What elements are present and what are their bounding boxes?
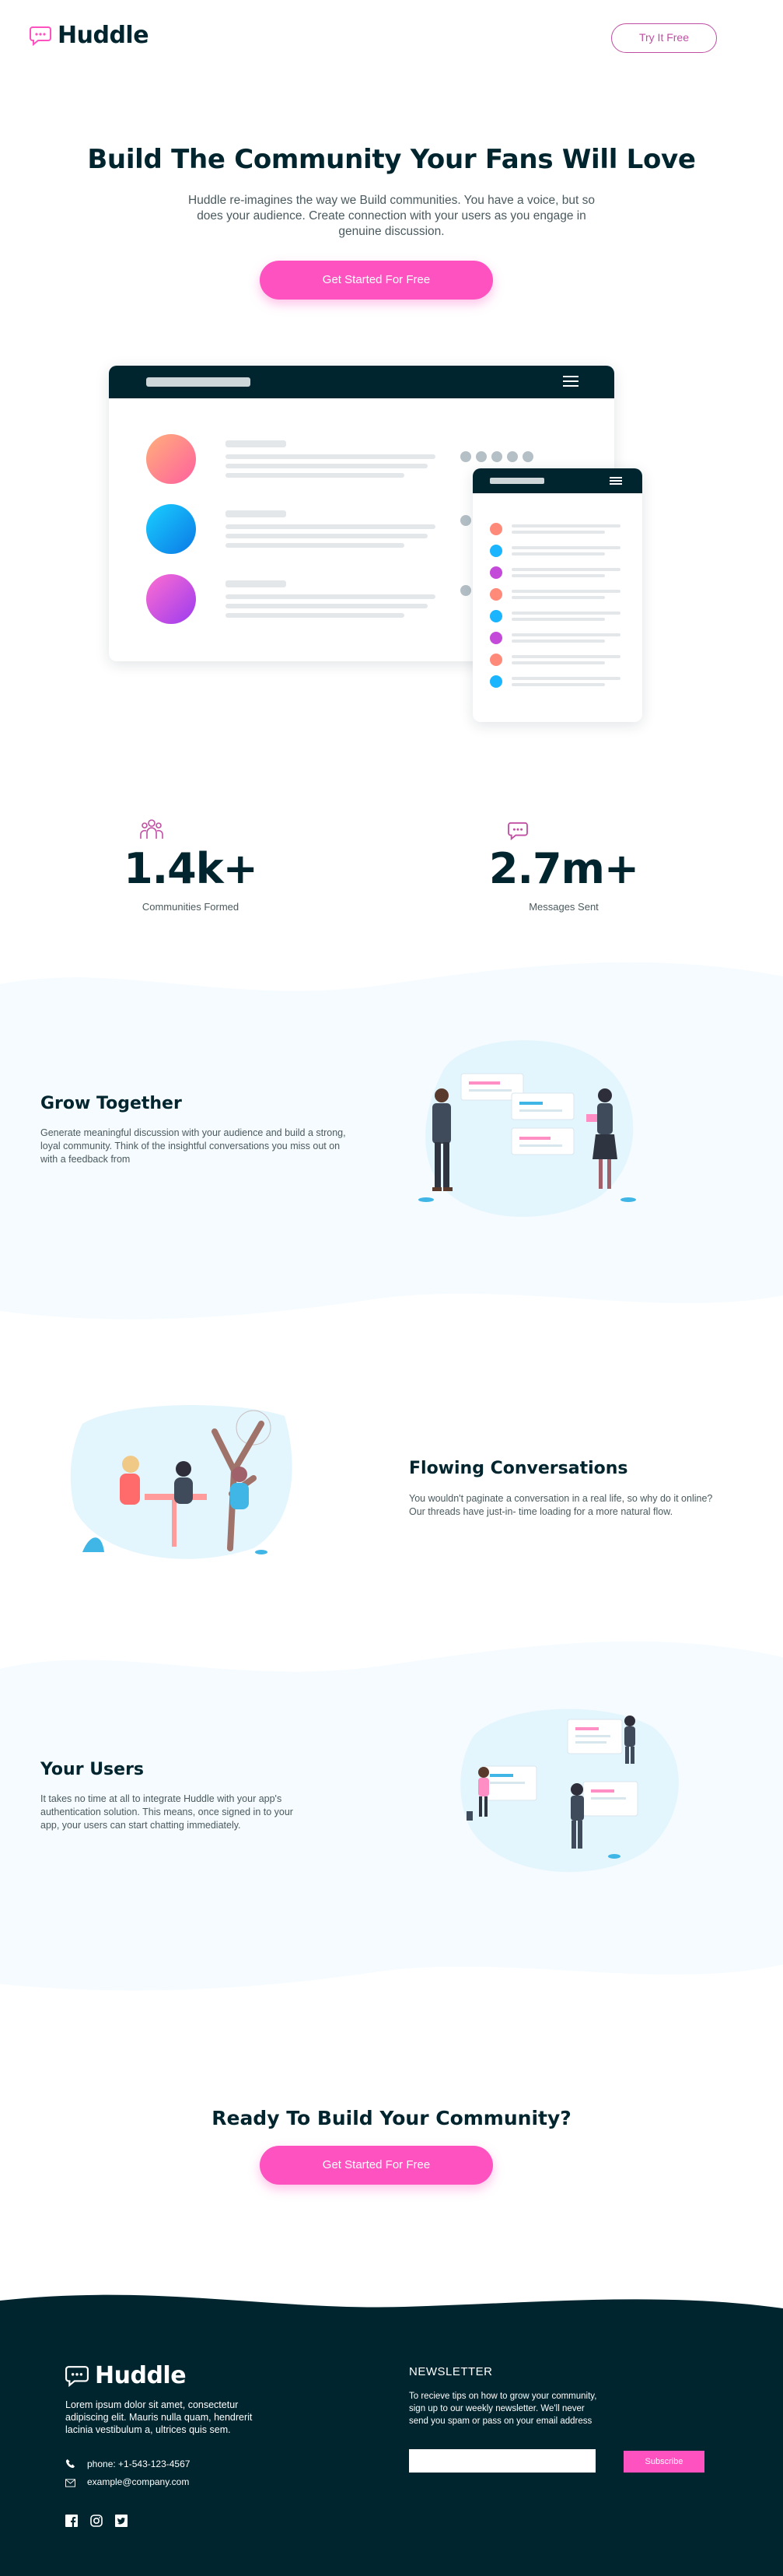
feature-text: It takes no time at all to integrate Hud… xyxy=(40,1793,293,1831)
footer-phone: phone: +1-543-123-4567 xyxy=(87,2459,191,2469)
feature-text: You wouldn't paginate a conversation in … xyxy=(409,1493,713,1517)
feature-title: Flowing Conversations xyxy=(409,1459,628,1478)
try-it-free-button[interactable]: Try It Free xyxy=(611,23,717,53)
brand-name: Huddle xyxy=(58,22,149,49)
hamburger-icon xyxy=(610,477,622,485)
subscribe-button[interactable]: Subscribe xyxy=(624,2451,704,2473)
newsletter-email-input[interactable] xyxy=(409,2449,596,2473)
avatar xyxy=(146,504,196,554)
stat-communities-value: 1.4k+ xyxy=(124,844,258,893)
footer-brand-name: Huddle xyxy=(95,2362,187,2389)
email-icon xyxy=(65,2477,75,2491)
newsletter-text: To recieve tips on how to grow your comm… xyxy=(409,2392,597,2426)
stat-messages-label: Messages Sent xyxy=(529,901,599,913)
twitter-icon[interactable] xyxy=(115,2515,128,2527)
messages-icon xyxy=(507,822,529,844)
grow-together-illustration xyxy=(418,1040,636,1217)
hero-text: Huddle re-imagines the way we Build comm… xyxy=(188,194,595,238)
app-mockup-illustration xyxy=(109,366,644,724)
hero-title: Build The Community Your Fans Will Love xyxy=(87,144,696,175)
feature-title: Grow Together xyxy=(40,1094,182,1113)
feature-text: Generate meaningful discussion with your… xyxy=(40,1127,346,1165)
footer-about-text: Lorem ipsum dolor sit amet, consectetur … xyxy=(65,2399,253,2435)
instagram-icon[interactable] xyxy=(90,2515,103,2527)
your-users-illustration xyxy=(460,1709,679,1873)
mockup-mobile-window xyxy=(473,468,642,722)
footer-logo[interactable]: Huddle xyxy=(65,2362,187,2389)
header-logo[interactable]: Huddle xyxy=(30,22,149,49)
avatar xyxy=(146,574,196,624)
flowing-conversations-illustration xyxy=(70,1405,292,1559)
hero-get-started-button[interactable]: Get Started For Free xyxy=(260,261,493,300)
chat-bubble-icon xyxy=(65,2365,89,2387)
chat-bubble-icon xyxy=(30,26,51,46)
phone-icon xyxy=(65,2459,75,2473)
cta-title: Ready To Build Your Community? xyxy=(211,2107,572,2129)
hamburger-icon xyxy=(563,376,579,387)
stat-communities-label: Communities Formed xyxy=(142,901,239,913)
newsletter-title: NEWSLETTER xyxy=(409,2365,493,2378)
social-links xyxy=(65,2515,128,2527)
communities-icon xyxy=(140,818,163,844)
avatar xyxy=(146,434,196,484)
stat-messages-value: 2.7m+ xyxy=(488,844,639,893)
facebook-icon[interactable] xyxy=(65,2515,78,2527)
feature-title: Your Users xyxy=(40,1760,145,1779)
mockup-topbar xyxy=(109,366,614,398)
footer-email: example@company.com xyxy=(87,2476,190,2487)
cta-get-started-button[interactable]: Get Started For Free xyxy=(260,2146,493,2185)
